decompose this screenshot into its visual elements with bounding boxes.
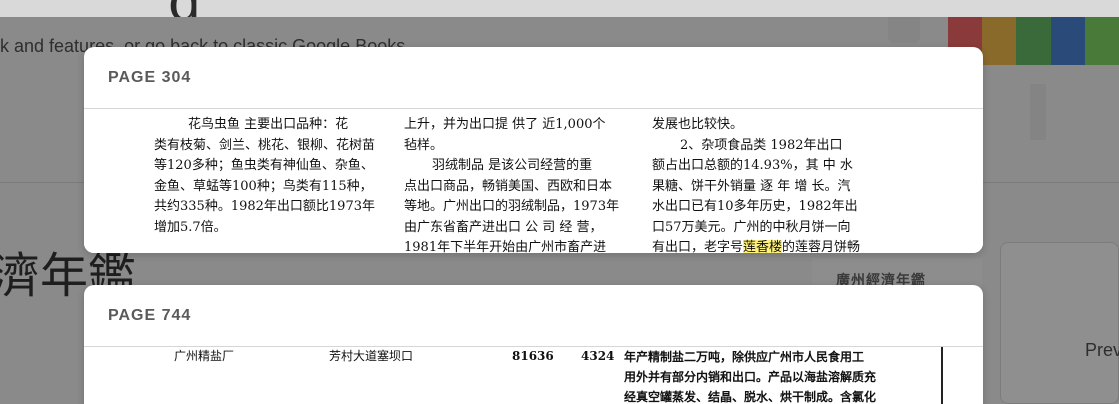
snippet-line: 金鱼、草蜢等100种；鸟类有115种， — [154, 178, 373, 194]
logo-stripe — [1050, 17, 1085, 65]
logo-stripe — [1084, 17, 1119, 65]
snippet-line: 上升，并为出口提 供了 近1,000个 — [404, 117, 606, 132]
snippet-column: 上升，并为出口提 供了 近1,000个 毡样。 羽绒制品 是该公司经营的重 点出… — [404, 115, 634, 253]
snippet-line: 点出口商品，畅销美国、西欧和日本 — [404, 178, 613, 194]
snippet-line: 1981年下半年开始由广州市畜产进 — [404, 240, 607, 253]
directory-description: 年产精制盐二万吨，除供应广州市人民食用工 用外并有部分内销和出口。产品以海盐溶解… — [624, 347, 944, 404]
snippet-column: 花鸟虫鱼 主要出口品种：花 类有枝菊、剑兰、桃花、银柳、花树苗 等120多种；鱼… — [154, 115, 384, 238]
snippet-line: 水出口已有10多年历史，1982年出 — [652, 199, 858, 214]
snippet-line: 发展也比较快。 — [652, 117, 744, 132]
snippet-fragment: 的莲蓉月饼畅 — [782, 240, 861, 253]
result-header: PAGE 744 — [84, 285, 983, 347]
preview-card[interactable] — [1000, 242, 1119, 404]
snippet-line: 共约335种。1982年出口额比1973年 — [154, 199, 375, 214]
snippet-line: 用外并有部分内销和出口。产品以海盐溶解质充 — [624, 370, 877, 384]
directory-code: 4324 — [581, 349, 615, 363]
snippet-line: 有出口，老字号莲香楼的莲蓉月饼畅 — [652, 238, 887, 253]
snippet-fragment: 有出口，老字号 — [652, 240, 744, 253]
column-rule — [941, 347, 943, 404]
search-result-card[interactable]: PAGE 304 花鸟虫鱼 主要出口品种：花 类有枝菊、剑兰、桃花、银柳、花树苗… — [84, 47, 983, 253]
logo-stripe — [1016, 17, 1051, 65]
snippet-line: 经真空罐蒸发、结晶、脱水、烘干制成。含氯化 — [624, 390, 877, 404]
search-highlight: 莲香楼 — [743, 240, 783, 253]
top-bar: g — [0, 0, 1119, 33]
directory-phone: 81636 — [512, 349, 554, 363]
snippet-line: 由广东省畜产进出口 公 司 经 营， — [404, 219, 603, 235]
page-number-label: PAGE 304 — [108, 69, 192, 86]
snippet-line: 羽绒制品 是该公司经营的重 — [432, 158, 593, 173]
snippet-line: 等120多种；鱼虫类有神仙鱼、杂鱼、 — [154, 158, 374, 173]
snippet-line: 毡样。 — [404, 137, 444, 153]
page-snippet[interactable]: 花鸟虫鱼 主要出口品种：花 类有枝菊、剑兰、桃花、银柳、花树苗 等120多种；鱼… — [84, 109, 983, 253]
page-snippet[interactable]: 广州精盐厂 芳村大道塞坝口 81636 4324 年产精制盐二万吨，除供应广州市… — [84, 347, 983, 404]
snippet-column: 发展也比较快。 2、杂项食品类 1982年出口 额占出口总额的14.93%，其 … — [652, 115, 887, 253]
preview-label[interactable]: Prev — [1085, 340, 1119, 361]
snippet-line: 类有枝菊、剑兰、桃花、银柳、花树苗 — [154, 137, 376, 153]
snippet-line: 2、杂项食品类 1982年出口 — [680, 137, 843, 153]
result-header: PAGE 304 — [84, 47, 983, 109]
snippet-line: 花鸟虫鱼 主要出口品种：花 — [188, 117, 349, 132]
snippet-line: 年产精制盐二万吨，除供应广州市人民食用工 — [624, 350, 865, 364]
dropdown-chip[interactable] — [888, 17, 920, 43]
logo-stripe — [982, 17, 1017, 65]
directory-address: 芳村大道塞坝口 — [329, 349, 414, 363]
snippet-line: 果糖、饼干外销量 逐 年 增 长。汽 — [652, 178, 851, 194]
directory-name: 广州精盐厂 — [174, 349, 235, 363]
scroll-indicator — [1030, 84, 1046, 140]
snippet-line: 额占出口总额的14.93%，其 中 水 — [652, 158, 853, 173]
page-number-label: PAGE 744 — [108, 307, 192, 324]
snippet-line: 等地。广州出口的羽绒制品，1973年 — [404, 199, 620, 214]
snippet-line: 口57万美元。广州的中秋月饼一向 — [652, 219, 851, 235]
snippet-line: 增加5.7倍。 — [154, 219, 227, 235]
search-result-card[interactable]: PAGE 744 广州精盐厂 芳村大道塞坝口 81636 4324 年产精制盐二… — [84, 285, 983, 404]
